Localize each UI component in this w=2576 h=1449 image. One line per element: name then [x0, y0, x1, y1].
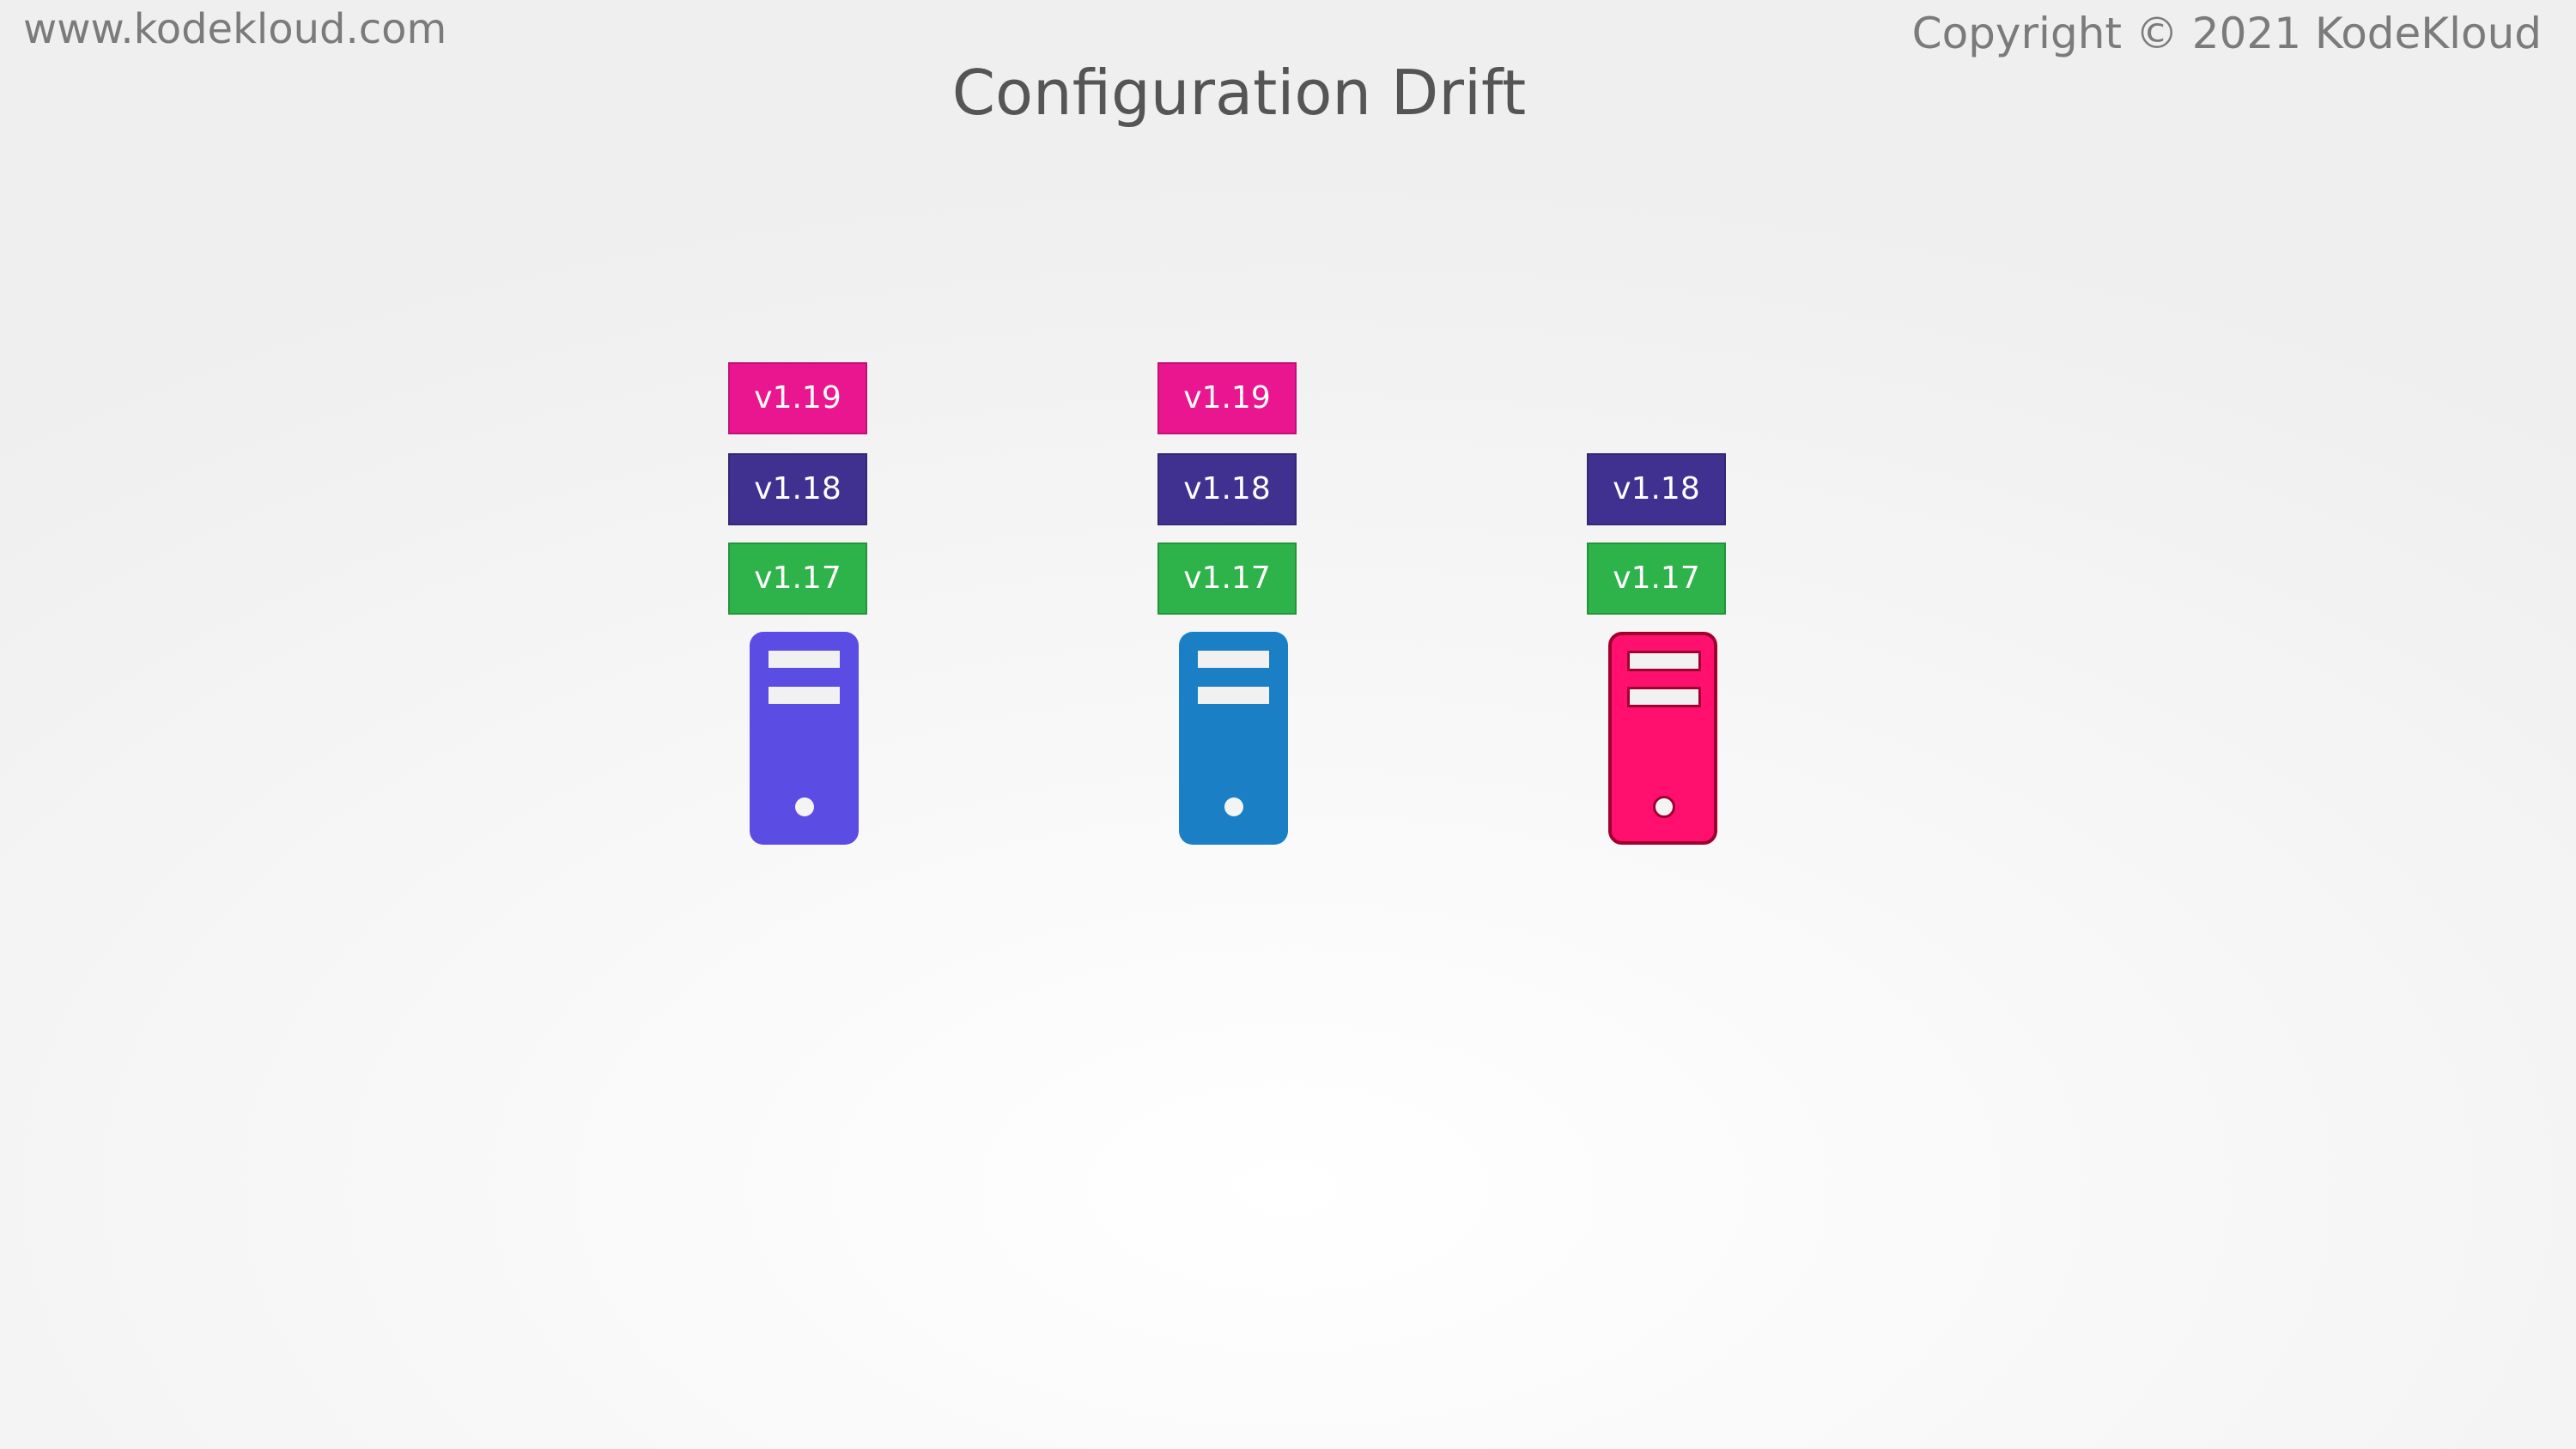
- copyright-notice: Copyright © 2021 KodeKloud: [1911, 9, 2542, 58]
- drive-slot-icon: [1198, 687, 1269, 704]
- version-badge-v1-18: v1.18: [1157, 453, 1297, 525]
- server-group-1: v1.19 v1.18 v1.17: [728, 362, 874, 877]
- server-group-2: v1.19 v1.18 v1.17: [1157, 362, 1303, 877]
- version-badge-v1-19: v1.19: [1157, 362, 1297, 434]
- drive-slot-icon: [1198, 651, 1269, 668]
- power-led-icon: [1224, 797, 1243, 816]
- version-badge-v1-18: v1.18: [1587, 453, 1726, 525]
- drive-slot-icon: [1627, 651, 1701, 671]
- version-badge-v1-19: v1.19: [728, 362, 867, 434]
- website-url: www.kodekloud.com: [23, 5, 447, 53]
- slide: www.kodekloud.com Copyright © 2021 KodeK…: [0, 0, 2576, 1449]
- slide-title: Configuration Drift: [951, 57, 1527, 129]
- server-tower-icon: [750, 632, 859, 845]
- server-group-3: v1.18 v1.17: [1587, 362, 1733, 877]
- drive-slot-icon: [769, 651, 840, 668]
- drive-slot-icon: [1627, 687, 1701, 707]
- power-led-icon: [795, 797, 814, 816]
- drive-slot-icon: [769, 687, 840, 704]
- version-badge-v1-17: v1.17: [1587, 543, 1726, 615]
- power-led-icon: [1653, 796, 1675, 818]
- version-badge-v1-18: v1.18: [728, 453, 867, 525]
- version-badge-v1-17: v1.17: [728, 543, 867, 615]
- server-tower-icon: [1608, 632, 1717, 845]
- server-tower-icon: [1179, 632, 1288, 845]
- version-badge-v1-17: v1.17: [1157, 543, 1297, 615]
